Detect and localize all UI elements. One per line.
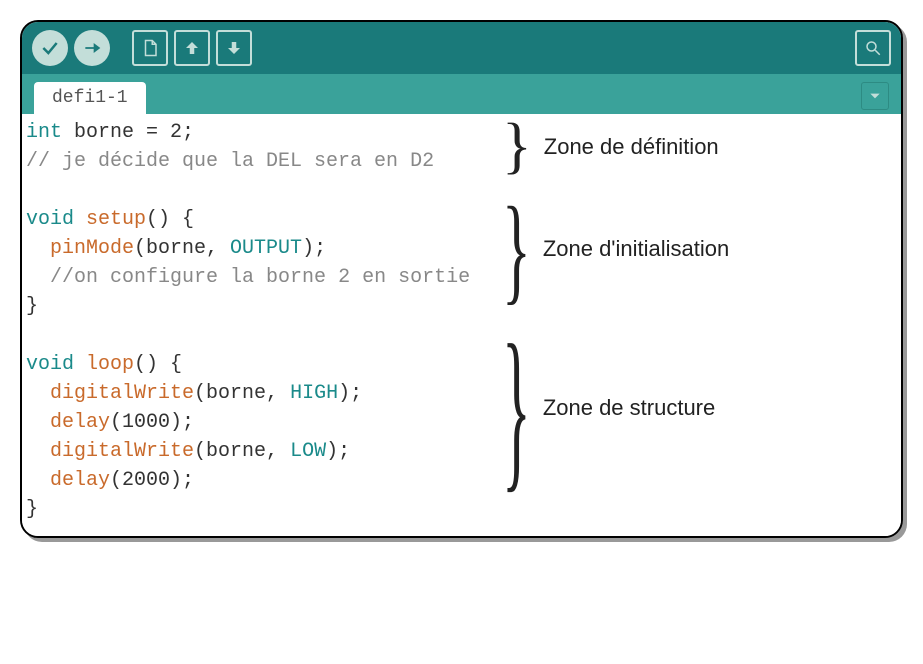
tab-bar: defi1-1 <box>22 74 901 114</box>
brace-icon: } <box>502 122 532 172</box>
toolbar <box>22 22 901 74</box>
file-icon <box>141 39 159 57</box>
code-line: pinMode(borne, OUTPUT); <box>26 234 498 263</box>
annotations-column: } Zone de définition} Zone d'initialisatio… <box>502 114 901 536</box>
save-button[interactable] <box>216 30 252 66</box>
tab-menu-button[interactable] <box>861 82 889 110</box>
brace-icon: } <box>502 336 531 480</box>
annotation-row: } Zone de structure <box>502 322 901 494</box>
code-line: void setup() { <box>26 205 498 234</box>
code-line: // je décide que la DEL sera en D2 <box>26 147 498 176</box>
code-line <box>26 176 498 205</box>
annotation-label: Zone de structure <box>543 395 715 421</box>
annotation-row: } Zone d'initialisation <box>502 190 901 308</box>
tab-label: defi1-1 <box>52 88 128 108</box>
code-line: delay(2000); <box>26 466 498 495</box>
check-icon <box>40 38 60 58</box>
serial-monitor-button[interactable] <box>855 30 891 66</box>
sketch-tab[interactable]: defi1-1 <box>34 82 146 114</box>
code-editor[interactable]: int borne = 2;// je décide que la DEL se… <box>22 114 502 536</box>
code-line: digitalWrite(borne, LOW); <box>26 437 498 466</box>
code-line <box>26 321 498 350</box>
new-button[interactable] <box>132 30 168 66</box>
code-line: //on configure la borne 2 en sortie <box>26 263 498 292</box>
annotation-row: } Zone de définition <box>502 118 901 176</box>
magnifier-icon <box>864 39 882 57</box>
arrow-down-icon <box>225 39 243 57</box>
code-line: } <box>26 292 498 321</box>
verify-button[interactable] <box>32 30 68 66</box>
chevron-down-icon <box>868 89 882 103</box>
code-line: } <box>26 495 498 524</box>
annotation-label: Zone d'initialisation <box>543 236 729 262</box>
code-line: digitalWrite(borne, HIGH); <box>26 379 498 408</box>
upload-button[interactable] <box>74 30 110 66</box>
arduino-ide-window: defi1-1 int borne = 2;// je décide que l… <box>20 20 903 538</box>
code-line: void loop() { <box>26 350 498 379</box>
open-button[interactable] <box>174 30 210 66</box>
arrow-right-icon <box>82 38 102 58</box>
annotation-label: Zone de définition <box>544 134 719 160</box>
brace-icon: } <box>502 201 531 297</box>
code-line: delay(1000); <box>26 408 498 437</box>
arrow-up-icon <box>183 39 201 57</box>
editor-area: int borne = 2;// je décide que la DEL se… <box>22 114 901 536</box>
code-line: int borne = 2; <box>26 118 498 147</box>
